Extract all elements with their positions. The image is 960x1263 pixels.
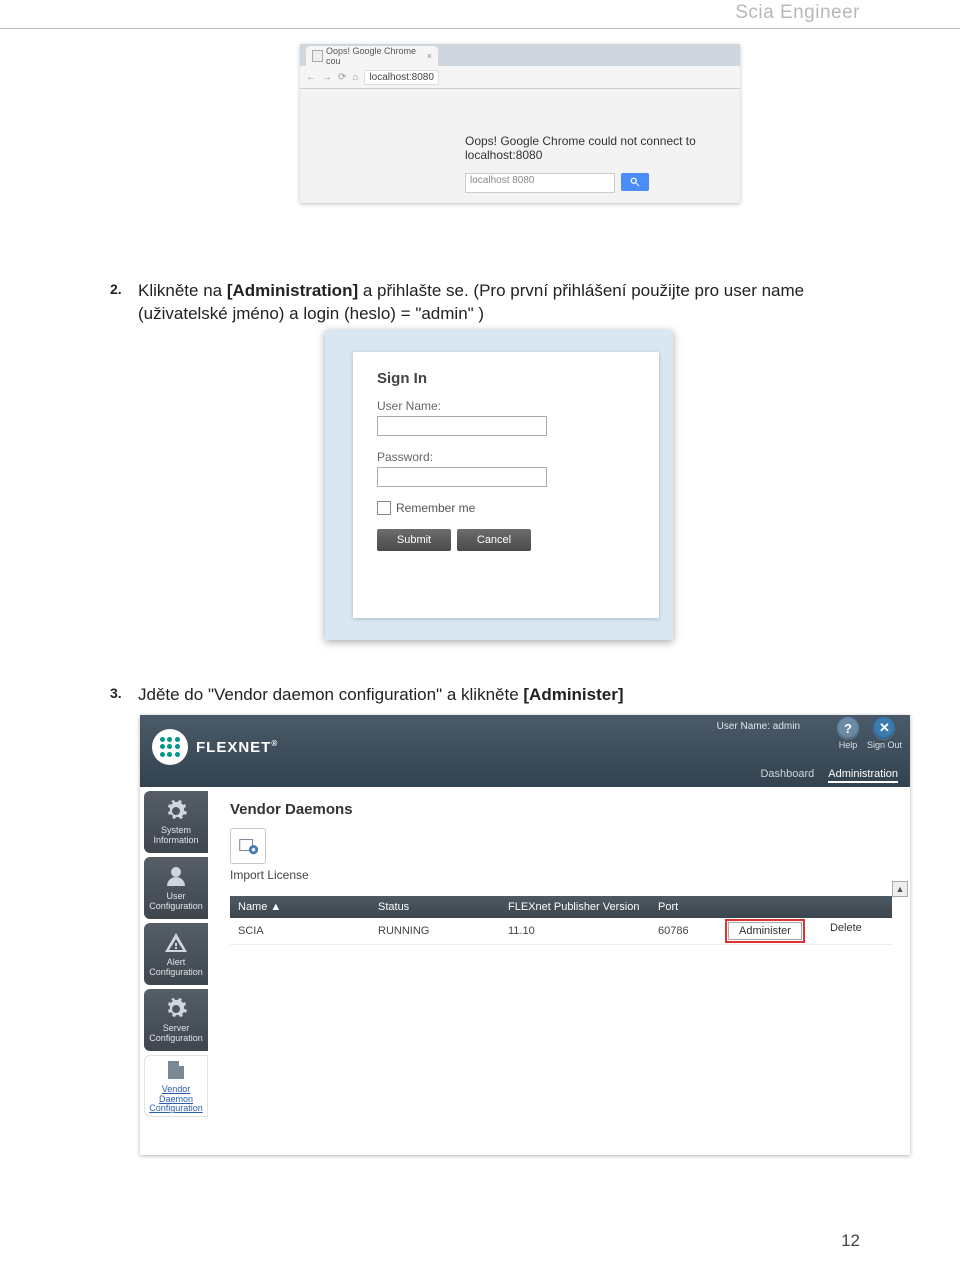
alert-icon	[164, 931, 188, 955]
step-bold: [Administer]	[523, 685, 623, 704]
flexnet-topbar: FLEXNET® User Name: admin ? Help ✕ Sign …	[140, 715, 910, 787]
favicon-icon	[312, 50, 323, 62]
help-label: Help	[839, 740, 858, 750]
sidebar-item-vendor-daemon[interactable]: Vendor Daemon Configuration	[144, 1055, 208, 1117]
user-icon	[164, 865, 188, 889]
username-input[interactable]	[377, 416, 547, 436]
page-number: 12	[841, 1231, 860, 1251]
flexnet-brand: FLEXNET	[196, 739, 271, 756]
document-icon	[164, 1058, 188, 1082]
signout-button[interactable]: ✕ Sign Out	[867, 717, 902, 750]
sidebar-item-server-configuration[interactable]: Server Configuration	[144, 989, 208, 1051]
table-row: SCIA RUNNING 11.10 60786 Administer Dele…	[230, 918, 892, 945]
address-bar[interactable]: localhost:8080	[364, 70, 439, 85]
step-bold: [Administration]	[227, 281, 358, 300]
flexnet-username-line: User Name: admin	[717, 721, 800, 732]
signin-screenshot: Sign In User Name: Password: Remember me…	[325, 330, 673, 640]
flexnet-screenshot: FLEXNET® User Name: admin ? Help ✕ Sign …	[140, 715, 910, 1155]
flexnet-sidebar: System Information User Configuration Al…	[140, 787, 212, 1155]
cancel-button[interactable]: Cancel	[457, 529, 531, 551]
header-brand: Scia Engineer	[735, 2, 860, 24]
sidebar-label: Alert Configuration	[146, 958, 206, 977]
sidebar-item-alert-configuration[interactable]: Alert Configuration	[144, 923, 208, 985]
col-status[interactable]: Status	[378, 901, 508, 913]
flexnet-logo: FLEXNET®	[152, 729, 278, 765]
chrome-tabbar: Oops! Google Chrome cou ×	[300, 44, 740, 66]
chrome-error-message: Oops! Google Chrome could not connect to…	[465, 134, 715, 162]
sidebar-label: System Information	[146, 826, 206, 845]
chrome-navbar: ← → ⟳ ⌂ localhost:8080	[300, 66, 740, 89]
delete-link[interactable]: Delete	[830, 922, 862, 940]
header-rule	[0, 28, 960, 29]
sort-asc-icon: ▲	[270, 901, 281, 913]
submit-button[interactable]: Submit	[377, 529, 451, 551]
home-icon[interactable]: ⌂	[352, 72, 358, 83]
chrome-tab[interactable]: Oops! Google Chrome cou ×	[306, 46, 438, 66]
reload-icon[interactable]: ⟳	[338, 72, 346, 83]
step-text: Klikněte na	[138, 281, 227, 300]
administer-button[interactable]: Administer	[728, 922, 802, 940]
cell-status: RUNNING	[378, 925, 508, 937]
cell-name: SCIA	[238, 925, 378, 937]
sidebar-label: User Configuration	[146, 892, 206, 911]
cell-version: 11.10	[508, 925, 658, 937]
gear-icon	[164, 799, 188, 823]
tab-administration[interactable]: Administration	[828, 768, 898, 783]
step-2: 2. Klikněte na [Administration] a přihla…	[138, 280, 858, 326]
sidebar-item-user-configuration[interactable]: User Configuration	[144, 857, 208, 919]
chrome-tab-title: Oops! Google Chrome cou	[326, 46, 422, 66]
close-icon[interactable]: ×	[427, 51, 432, 61]
step-number: 3.	[110, 684, 122, 703]
col-version[interactable]: FLEXnet Publisher Version	[508, 901, 658, 913]
username-label: User Name:	[377, 399, 635, 413]
cell-port: 60786	[658, 925, 728, 937]
checkbox-icon[interactable]	[377, 501, 391, 515]
scroll-up-icon[interactable]: ▲	[892, 881, 908, 897]
remember-me-row[interactable]: Remember me	[377, 501, 635, 515]
flexnet-main: Vendor Daemons Import License Name	[212, 787, 910, 1155]
password-input[interactable]	[377, 467, 547, 487]
flexnet-logo-icon	[152, 729, 188, 765]
table-header: Name ▲ Status FLEXnet Publisher Version …	[230, 896, 892, 918]
chrome-body: Oops! Google Chrome could not connect to…	[300, 89, 740, 203]
signin-title: Sign In	[377, 370, 635, 387]
signin-card: Sign In User Name: Password: Remember me…	[353, 352, 659, 618]
chrome-search-input[interactable]: localhost 8080	[465, 173, 615, 193]
sidebar-item-system-information[interactable]: System Information	[144, 791, 208, 853]
col-port[interactable]: Port	[658, 901, 728, 913]
forward-icon[interactable]: →	[322, 72, 332, 83]
step-number: 2.	[110, 280, 122, 299]
step-text: Jděte do "Vendor daemon configuration" a…	[138, 685, 523, 704]
import-license-button[interactable]	[230, 828, 266, 864]
signout-label: Sign Out	[867, 740, 902, 750]
help-button[interactable]: ? Help	[837, 717, 859, 750]
help-icon: ?	[837, 717, 859, 739]
step-3: 3. Jděte do "Vendor daemon configuration…	[138, 684, 858, 707]
chrome-screenshot: Oops! Google Chrome cou × ← → ⟳ ⌂ localh…	[300, 44, 740, 203]
sidebar-label: Server Configuration	[146, 1024, 206, 1043]
col-name[interactable]: Name ▲	[238, 901, 378, 913]
sidebar-label: Vendor Daemon Configuration	[147, 1085, 205, 1113]
import-license-label: Import License	[230, 868, 309, 882]
chrome-search-button[interactable]	[621, 173, 649, 191]
search-icon	[630, 177, 640, 187]
signout-icon: ✕	[873, 717, 895, 739]
back-icon[interactable]: ←	[306, 72, 316, 83]
vendor-daemons-title: Vendor Daemons	[230, 801, 892, 818]
password-label: Password:	[377, 450, 635, 464]
gear-icon	[164, 997, 188, 1021]
import-icon	[237, 835, 259, 857]
tab-dashboard[interactable]: Dashboard	[760, 768, 814, 783]
col-name-label: Name	[238, 901, 267, 913]
remember-label: Remember me	[396, 501, 475, 515]
